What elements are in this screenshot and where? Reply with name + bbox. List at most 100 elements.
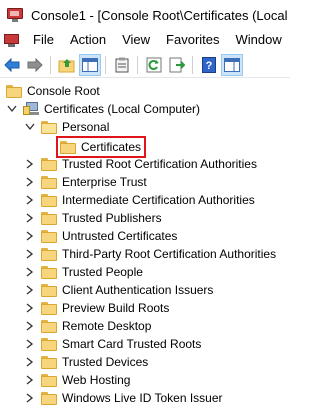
folder-icon	[41, 211, 57, 225]
title-bar: Console1 - [Console Root\Certificates (L…	[0, 0, 290, 30]
folder-icon	[41, 301, 57, 315]
folder-icon	[41, 373, 57, 387]
chevron-right-icon[interactable]	[24, 281, 36, 299]
tree-node-store[interactable]: Remote Desktop	[24, 317, 153, 335]
tree-node-store[interactable]: Client Authentication Issuers	[24, 281, 215, 299]
folder-icon	[41, 283, 57, 297]
menu-bar: File Action View Favorites Window He	[0, 30, 290, 50]
help-icon: ?	[202, 56, 216, 73]
tree-node-label: Trusted Root Certification Authorities	[62, 156, 257, 171]
forward-arrow-icon	[27, 57, 43, 72]
tree-node-store[interactable]: Preview Build Roots	[24, 299, 171, 317]
folder-icon	[41, 157, 57, 171]
export-list-icon	[169, 57, 185, 72]
tree-node-label: Certificates	[81, 139, 142, 154]
up-one-level-button[interactable]	[56, 54, 78, 76]
toolbar: ?	[0, 52, 290, 78]
tree-node-label: Certificates (Local Computer)	[44, 101, 201, 116]
refresh-button[interactable]	[143, 54, 165, 76]
chevron-down-icon[interactable]	[6, 100, 18, 118]
back-arrow-icon	[4, 57, 20, 72]
tree-node-label: Client Authentication Issuers	[62, 282, 214, 297]
chevron-right-icon[interactable]	[24, 389, 36, 407]
menu-favorites[interactable]: Favorites	[158, 30, 227, 50]
folder-icon	[41, 319, 57, 333]
folder-icon	[41, 355, 57, 369]
folder-icon	[41, 175, 57, 189]
window-title: Console1 - [Console Root\Certificates (L…	[31, 7, 290, 23]
menu-file[interactable]: File	[25, 30, 62, 50]
show-hide-action-pane-icon	[224, 57, 240, 72]
folder-icon	[41, 229, 57, 243]
tree-node-label: Windows Live ID Token Issuer	[62, 390, 223, 405]
tree-node-store[interactable]: Windows Live ID Token Issuer	[24, 389, 225, 407]
tree-node-label: Smart Card Trusted Roots	[62, 336, 202, 351]
chevron-right-icon[interactable]	[24, 353, 36, 371]
toolbar-separator	[50, 55, 51, 74]
console-tree: Console Root Certificates (Local Compute…	[0, 80, 290, 407]
forward-button[interactable]	[24, 54, 46, 76]
chevron-right-icon[interactable]	[24, 317, 36, 335]
tree-node-store[interactable]: Third-Party Root Certification Authoriti…	[24, 245, 278, 263]
tree-node-store[interactable]: Smart Card Trusted Roots	[24, 335, 203, 353]
tree-node-store[interactable]: Trusted Root Certification Authorities	[24, 155, 259, 173]
chevron-right-icon[interactable]	[24, 155, 36, 173]
export-list-button[interactable]	[166, 54, 188, 76]
folder-icon	[41, 391, 57, 405]
menu-action[interactable]: Action	[62, 30, 114, 50]
tree-node-label: Preview Build Roots	[62, 300, 170, 315]
chevron-down-icon[interactable]	[24, 118, 36, 136]
toolbar-separator	[192, 55, 193, 74]
tree-node-console-root[interactable]: Console Root	[6, 82, 102, 100]
folder-icon	[6, 84, 22, 98]
tree-node-store[interactable]: Web Hosting	[24, 371, 132, 389]
tree-node-label: Trusted Devices	[62, 354, 149, 369]
help-button[interactable]: ?	[198, 54, 220, 76]
tree-node-store[interactable]: Trusted People	[24, 263, 145, 281]
chevron-right-icon[interactable]	[24, 299, 36, 317]
tree-node-store[interactable]: Trusted Devices	[24, 353, 150, 371]
tree-node-label: Personal	[62, 119, 110, 134]
show-hide-tree-icon	[82, 57, 98, 72]
mmc-app-icon[interactable]	[7, 8, 23, 22]
folder-icon	[41, 193, 57, 207]
chevron-right-icon[interactable]	[24, 335, 36, 353]
chevron-right-icon[interactable]	[24, 245, 36, 263]
folder-icon	[60, 140, 76, 154]
toolbar-separator	[105, 55, 106, 74]
folder-icon	[41, 265, 57, 279]
tree-node-store[interactable]: Trusted Publishers	[24, 209, 164, 227]
tree-node-label: Intermediate Certification Authorities	[62, 192, 255, 207]
folder-open-icon	[41, 120, 57, 134]
refresh-icon	[146, 57, 162, 72]
system-menu-icon[interactable]	[4, 33, 20, 47]
back-button[interactable]	[1, 54, 23, 76]
menu-window[interactable]: Window	[228, 30, 290, 50]
chevron-right-icon[interactable]	[24, 173, 36, 191]
tree-node-local-computer[interactable]: Certificates (Local Computer)	[6, 100, 202, 118]
tree-node-label: Trusted People	[62, 264, 143, 279]
tree-node-label: Web Hosting	[62, 372, 131, 387]
tree-node-personal[interactable]: Personal	[24, 118, 111, 136]
properties-button[interactable]	[111, 54, 133, 76]
chevron-right-icon[interactable]	[24, 263, 36, 281]
chevron-right-icon[interactable]	[24, 371, 36, 389]
tree-node-store[interactable]: Enterprise Trust	[24, 173, 149, 191]
tree-node-store[interactable]: Untrusted Certificates	[24, 227, 179, 245]
chevron-right-icon[interactable]	[24, 227, 36, 245]
tree-node-store[interactable]: Intermediate Certification Authorities	[24, 191, 257, 209]
svg-text:?: ?	[206, 60, 213, 72]
show-hide-console-tree-button[interactable]	[79, 53, 101, 76]
menu-view[interactable]: View	[114, 30, 158, 50]
tree-node-label: Untrusted Certificates	[62, 228, 178, 243]
chevron-right-icon[interactable]	[24, 191, 36, 209]
properties-icon	[115, 57, 129, 72]
up-folder-icon	[58, 58, 75, 72]
tree-node-label: Enterprise Trust	[62, 174, 147, 189]
certificate-computer-icon	[23, 101, 39, 117]
show-hide-action-pane-button[interactable]	[221, 53, 243, 76]
chevron-right-icon[interactable]	[24, 209, 36, 227]
toolbar-separator	[137, 55, 138, 74]
folder-icon	[41, 337, 57, 351]
tree-node-label: Remote Desktop	[62, 318, 152, 333]
